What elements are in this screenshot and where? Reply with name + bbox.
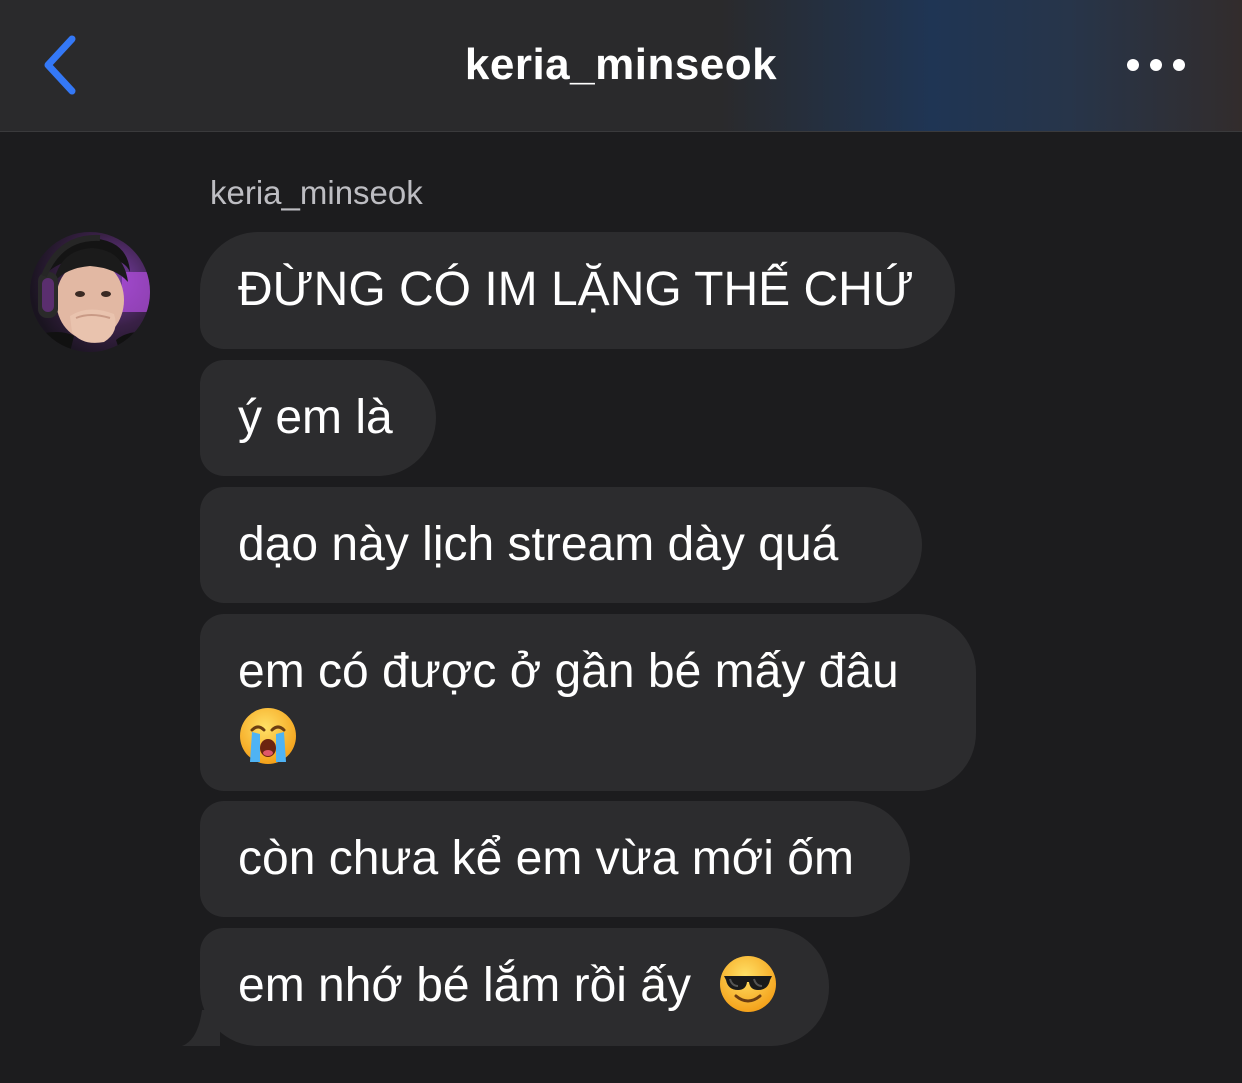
message-bubble[interactable]: ĐỪNG CÓ IM LẶNG THẾ CHỨ xyxy=(200,232,955,349)
chat-header: keria_minseok xyxy=(0,0,1242,132)
message-text: em có được ở gần bé mấy đâu xyxy=(238,645,899,698)
bubble-tail xyxy=(182,1010,220,1046)
more-options-button[interactable] xyxy=(1118,44,1194,86)
message-text: ĐỪNG CÓ IM LẶNG THẾ CHỨ xyxy=(238,263,914,316)
message-bubble[interactable]: em có được ở gần bé mấy đâu xyxy=(200,614,976,791)
avatar[interactable] xyxy=(30,232,150,352)
loudly-crying-face-emoji xyxy=(240,708,296,765)
message-text: dạo này lịch stream dày quá xyxy=(238,518,839,571)
message-bubble[interactable]: dạo này lịch stream dày quá xyxy=(200,487,922,603)
message-text: còn chưa kể em vừa mới ốm xyxy=(238,832,854,885)
sender-name: keria_minseok xyxy=(210,174,423,211)
message-bubble[interactable]: em nhớ bé lắm rồi ấy xyxy=(200,928,829,1046)
message-text: ý em là xyxy=(238,391,393,444)
message-text: em nhớ bé lắm rồi ấy xyxy=(238,959,691,1012)
message-bubble[interactable]: ý em là xyxy=(200,360,436,476)
more-horizontal-icon xyxy=(1127,59,1185,71)
chat-title[interactable]: keria_minseok xyxy=(0,40,1242,90)
profile-photo xyxy=(30,232,150,352)
message-bubble[interactable]: còn chưa kể em vừa mới ốm xyxy=(200,801,910,917)
smiling-face-with-sunglasses-emoji xyxy=(720,956,777,1013)
